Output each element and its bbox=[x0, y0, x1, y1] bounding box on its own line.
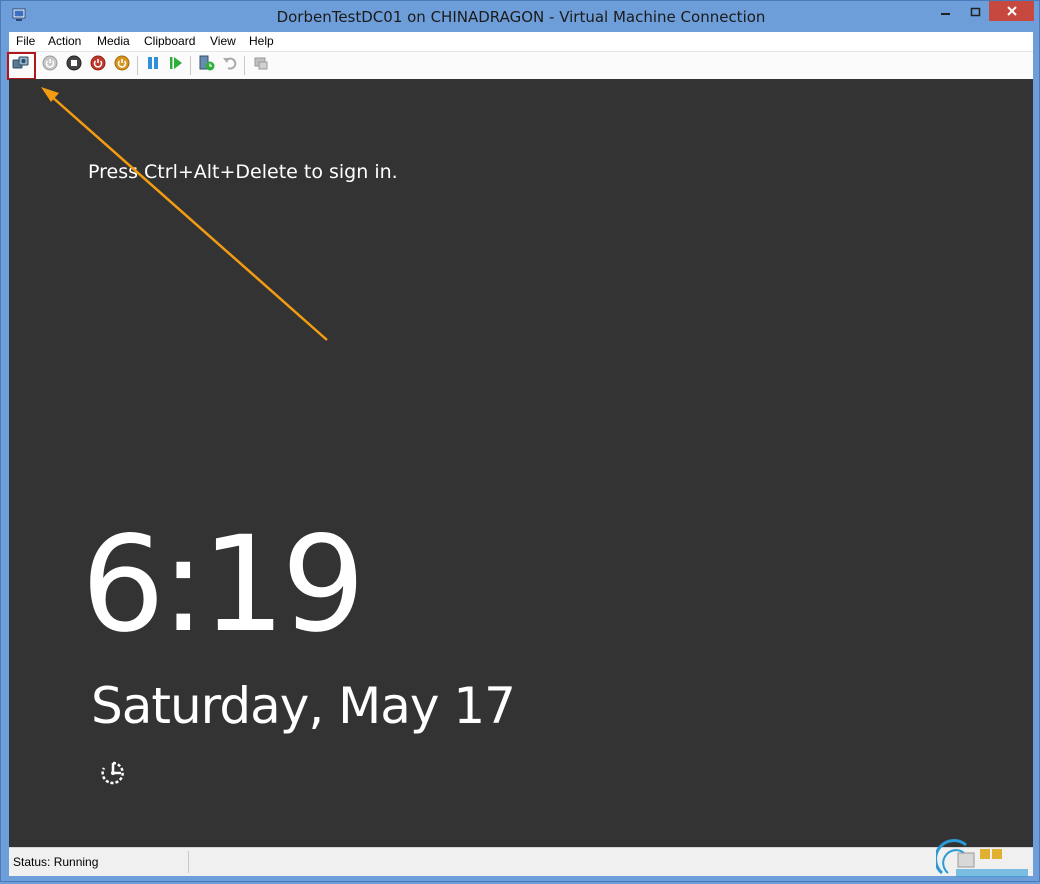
menu-bar: File Action Media Clipboard View Help bbox=[9, 32, 1033, 52]
toolbar-separator bbox=[244, 56, 245, 75]
maximize-button[interactable] bbox=[961, 1, 991, 23]
status-bar: Status: Running bbox=[9, 847, 1033, 876]
start-icon bbox=[42, 55, 58, 76]
menu-help[interactable]: Help bbox=[249, 34, 274, 48]
menu-action[interactable]: Action bbox=[48, 34, 81, 48]
enhanced-session-button[interactable] bbox=[252, 56, 270, 74]
menu-clipboard[interactable]: Clipboard bbox=[144, 34, 195, 48]
checkpoint-button[interactable] bbox=[198, 54, 216, 77]
pause-icon bbox=[145, 55, 161, 76]
status-separator bbox=[188, 851, 189, 873]
reset-button[interactable] bbox=[167, 56, 185, 74]
menu-media[interactable]: Media bbox=[97, 34, 130, 48]
menu-file[interactable]: File bbox=[16, 34, 35, 48]
revert-button[interactable] bbox=[221, 56, 239, 74]
shut-down-button[interactable] bbox=[89, 55, 107, 76]
shut-down-icon bbox=[90, 55, 106, 76]
sign-in-prompt: Press Ctrl+Alt+Delete to sign in. bbox=[88, 161, 398, 183]
turn-off-button[interactable] bbox=[65, 55, 83, 76]
status-text: Status: Running bbox=[13, 855, 99, 869]
ctrl-alt-del-icon bbox=[12, 54, 30, 77]
title-bar: DorbenTestDC01 on CHINADRAGON - Virtual … bbox=[1, 1, 1040, 33]
client-area: File Action Media Clipboard View Help Pr… bbox=[7, 32, 1033, 876]
start-button[interactable] bbox=[41, 55, 59, 76]
vm-connection-window: DorbenTestDC01 on CHINADRAGON - Virtual … bbox=[0, 0, 1040, 882]
window-title: DorbenTestDC01 on CHINADRAGON - Virtual … bbox=[276, 8, 766, 26]
ease-of-access-icon[interactable] bbox=[99, 759, 127, 787]
turn-off-icon bbox=[66, 55, 82, 76]
reset-icon bbox=[168, 55, 184, 76]
pause-button[interactable] bbox=[144, 56, 162, 74]
lock-screen-date: Saturday, May 17 bbox=[91, 677, 516, 735]
lock-screen-time: 6:19 bbox=[81, 508, 365, 662]
checkpoint-icon bbox=[198, 54, 216, 77]
vm-screen[interactable]: Press Ctrl+Alt+Delete to sign in. 6:19 S… bbox=[9, 79, 1033, 847]
close-button[interactable] bbox=[989, 1, 1034, 21]
enhanced-session-icon bbox=[253, 55, 269, 76]
revert-icon bbox=[222, 55, 238, 76]
menu-view[interactable]: View bbox=[210, 34, 236, 48]
toolbar-separator bbox=[137, 56, 138, 75]
toolbar-separator bbox=[190, 56, 191, 75]
save-icon bbox=[114, 55, 130, 76]
ctrl-alt-del-button[interactable] bbox=[12, 56, 30, 74]
minimize-button[interactable] bbox=[931, 1, 961, 23]
save-button[interactable] bbox=[113, 55, 131, 76]
toolbar bbox=[7, 52, 1033, 80]
watermark-logo bbox=[934, 837, 1036, 879]
